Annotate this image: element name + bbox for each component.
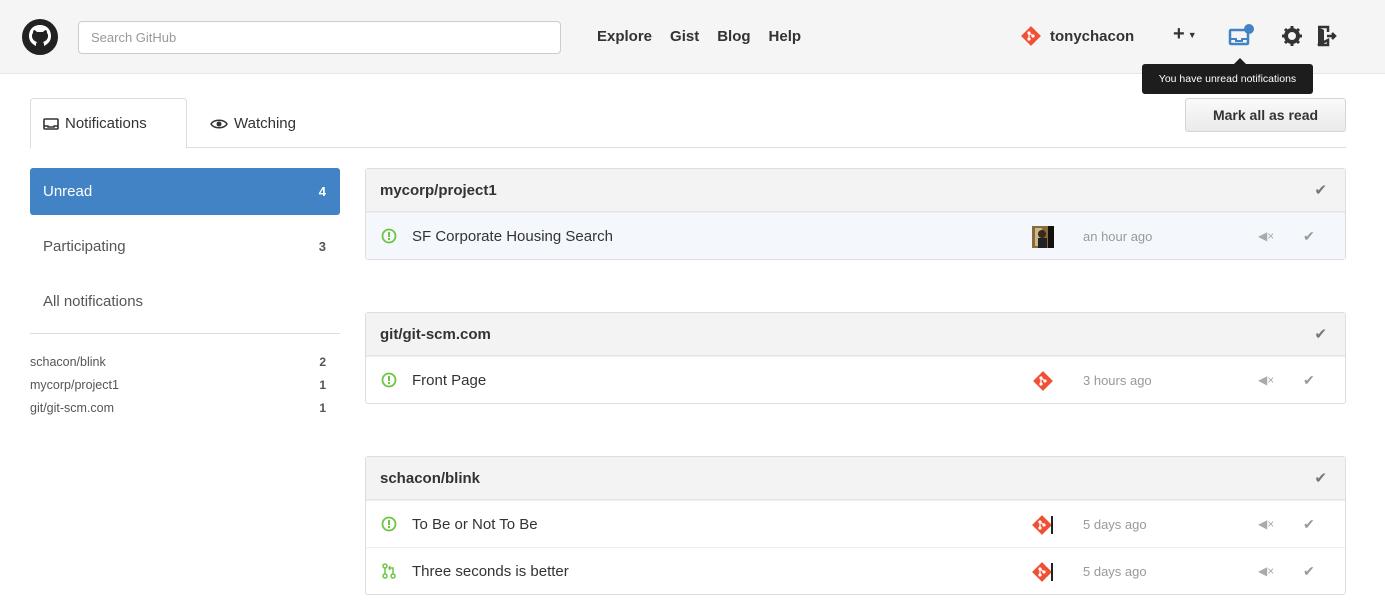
username: tonychacon	[1050, 27, 1135, 45]
notification-group: git/git-scm.com ✔ Front Page 3 hours ago…	[365, 312, 1346, 404]
inbox-icon	[43, 117, 59, 130]
notification-time: 5 days ago	[1083, 563, 1147, 579]
eye-icon	[210, 119, 228, 128]
repo-count: 1	[319, 377, 326, 392]
repo-name: git/git-scm.com	[30, 400, 115, 415]
divider	[30, 333, 340, 334]
notification-row[interactable]: SF Corporate Housing Search an hour ago …	[366, 212, 1345, 259]
repo-name: mycorp/project1	[30, 377, 119, 392]
sidebar-item-label: Unread	[43, 183, 93, 200]
github-logo-icon[interactable]	[22, 19, 58, 55]
notification-time: 3 hours ago	[1083, 372, 1152, 388]
notification-group: mycorp/project1 ✔ SF Corporate Housing S…	[365, 168, 1346, 260]
notification-title[interactable]: Front Page	[412, 372, 486, 389]
notifications-tooltip: You have unread notifications	[1142, 58, 1313, 94]
sidebar-item-count: 4	[318, 184, 326, 199]
group-repo-name[interactable]: git/git-scm.com	[380, 326, 491, 343]
group-header: schacon/blink ✔	[366, 457, 1345, 500]
mute-icon[interactable]: ◀×	[1258, 373, 1274, 387]
sidebar-item-count: 3	[318, 239, 326, 254]
create-new-button[interactable]: + ▼	[1173, 23, 1197, 46]
group-repo-name[interactable]: mycorp/project1	[380, 182, 497, 199]
mark-group-read-icon[interactable]: ✔	[1314, 181, 1327, 199]
repo-count: 2	[319, 354, 326, 369]
repo-count: 1	[319, 400, 326, 415]
nav-help[interactable]: Help	[769, 28, 802, 45]
sidebar-item-label: Participating	[43, 238, 126, 255]
sidebar-item-label: All notifications	[43, 293, 144, 310]
notification-tabs: Notifications Watching	[30, 98, 1346, 149]
sidebar-item-unread[interactable]: Unread 4	[30, 168, 340, 215]
git-logo-icon	[1021, 26, 1041, 46]
sidebar-repo-item[interactable]: git/git-scm.com 1	[30, 396, 340, 419]
nav-explore[interactable]: Explore	[597, 28, 652, 45]
tab-notifications-label: Notifications	[65, 115, 147, 132]
notification-row[interactable]: Three seconds is better 5 days ago ◀× ✔	[366, 547, 1345, 594]
filter-sidebar: Unread 4 Participating 3 All notificatio…	[30, 168, 340, 419]
mark-read-icon[interactable]: ✔	[1303, 563, 1315, 580]
mark-group-read-icon[interactable]: ✔	[1314, 469, 1327, 487]
git-logo-avatar	[1033, 371, 1053, 391]
photo-avatar	[1032, 226, 1054, 248]
tab-watching[interactable]: Watching	[198, 98, 308, 149]
notification-row[interactable]: Front Page 3 hours ago ◀× ✔	[366, 356, 1345, 403]
issue-open-icon	[381, 372, 397, 388]
mark-read-icon[interactable]: ✔	[1303, 228, 1315, 245]
sidebar-item-participating[interactable]: Participating 3	[30, 223, 340, 270]
mark-group-read-icon[interactable]: ✔	[1314, 325, 1327, 343]
main-nav: Explore Gist Blog Help	[597, 28, 801, 45]
mark-all-read-button[interactable]: Mark all as read	[1185, 98, 1346, 132]
sidebar-item-all[interactable]: All notifications	[30, 278, 340, 325]
notification-time: 5 days ago	[1083, 516, 1147, 532]
tab-watching-label: Watching	[234, 115, 296, 132]
group-header: git/git-scm.com ✔	[366, 313, 1345, 356]
nav-blog[interactable]: Blog	[717, 28, 750, 45]
notification-title[interactable]: Three seconds is better	[412, 563, 569, 580]
notification-time: an hour ago	[1083, 228, 1153, 244]
top-header: Explore Gist Blog Help tonychacon + ▼	[0, 0, 1385, 74]
mute-icon[interactable]: ◀×	[1258, 229, 1274, 243]
tab-notifications[interactable]: Notifications	[30, 98, 187, 149]
git-logo-avatar	[1032, 515, 1053, 535]
mark-read-icon[interactable]: ✔	[1303, 516, 1315, 533]
mark-read-icon[interactable]: ✔	[1303, 372, 1315, 389]
issue-open-icon	[381, 516, 397, 532]
chevron-down-icon: ▼	[1187, 29, 1197, 40]
sidebar-repo-item[interactable]: mycorp/project1 1	[30, 373, 340, 396]
git-logo-avatar	[1032, 562, 1053, 582]
sign-out-icon[interactable]	[1314, 24, 1338, 48]
nav-gist[interactable]: Gist	[670, 28, 699, 45]
repo-name: schacon/blink	[30, 354, 106, 369]
notification-group: schacon/blink ✔ To Be or Not To Be 5 day…	[365, 456, 1346, 595]
pull-request-icon	[382, 563, 396, 579]
issue-open-icon	[381, 228, 397, 244]
search-input[interactable]	[78, 21, 561, 54]
group-repo-name[interactable]: schacon/blink	[380, 470, 480, 487]
plus-label: +	[1173, 23, 1185, 45]
notification-row[interactable]: To Be or Not To Be 5 days ago ◀× ✔	[366, 500, 1345, 547]
gear-icon[interactable]	[1280, 24, 1304, 48]
mute-icon[interactable]: ◀×	[1258, 517, 1274, 531]
notifications-icon[interactable]	[1227, 22, 1257, 52]
notification-title[interactable]: SF Corporate Housing Search	[412, 228, 613, 245]
sidebar-repo-item[interactable]: schacon/blink 2	[30, 350, 340, 373]
user-profile-link[interactable]: tonychacon	[1020, 25, 1134, 47]
mute-icon[interactable]: ◀×	[1258, 564, 1274, 578]
notification-title[interactable]: To Be or Not To Be	[412, 516, 538, 533]
group-header: mycorp/project1 ✔	[366, 169, 1345, 212]
